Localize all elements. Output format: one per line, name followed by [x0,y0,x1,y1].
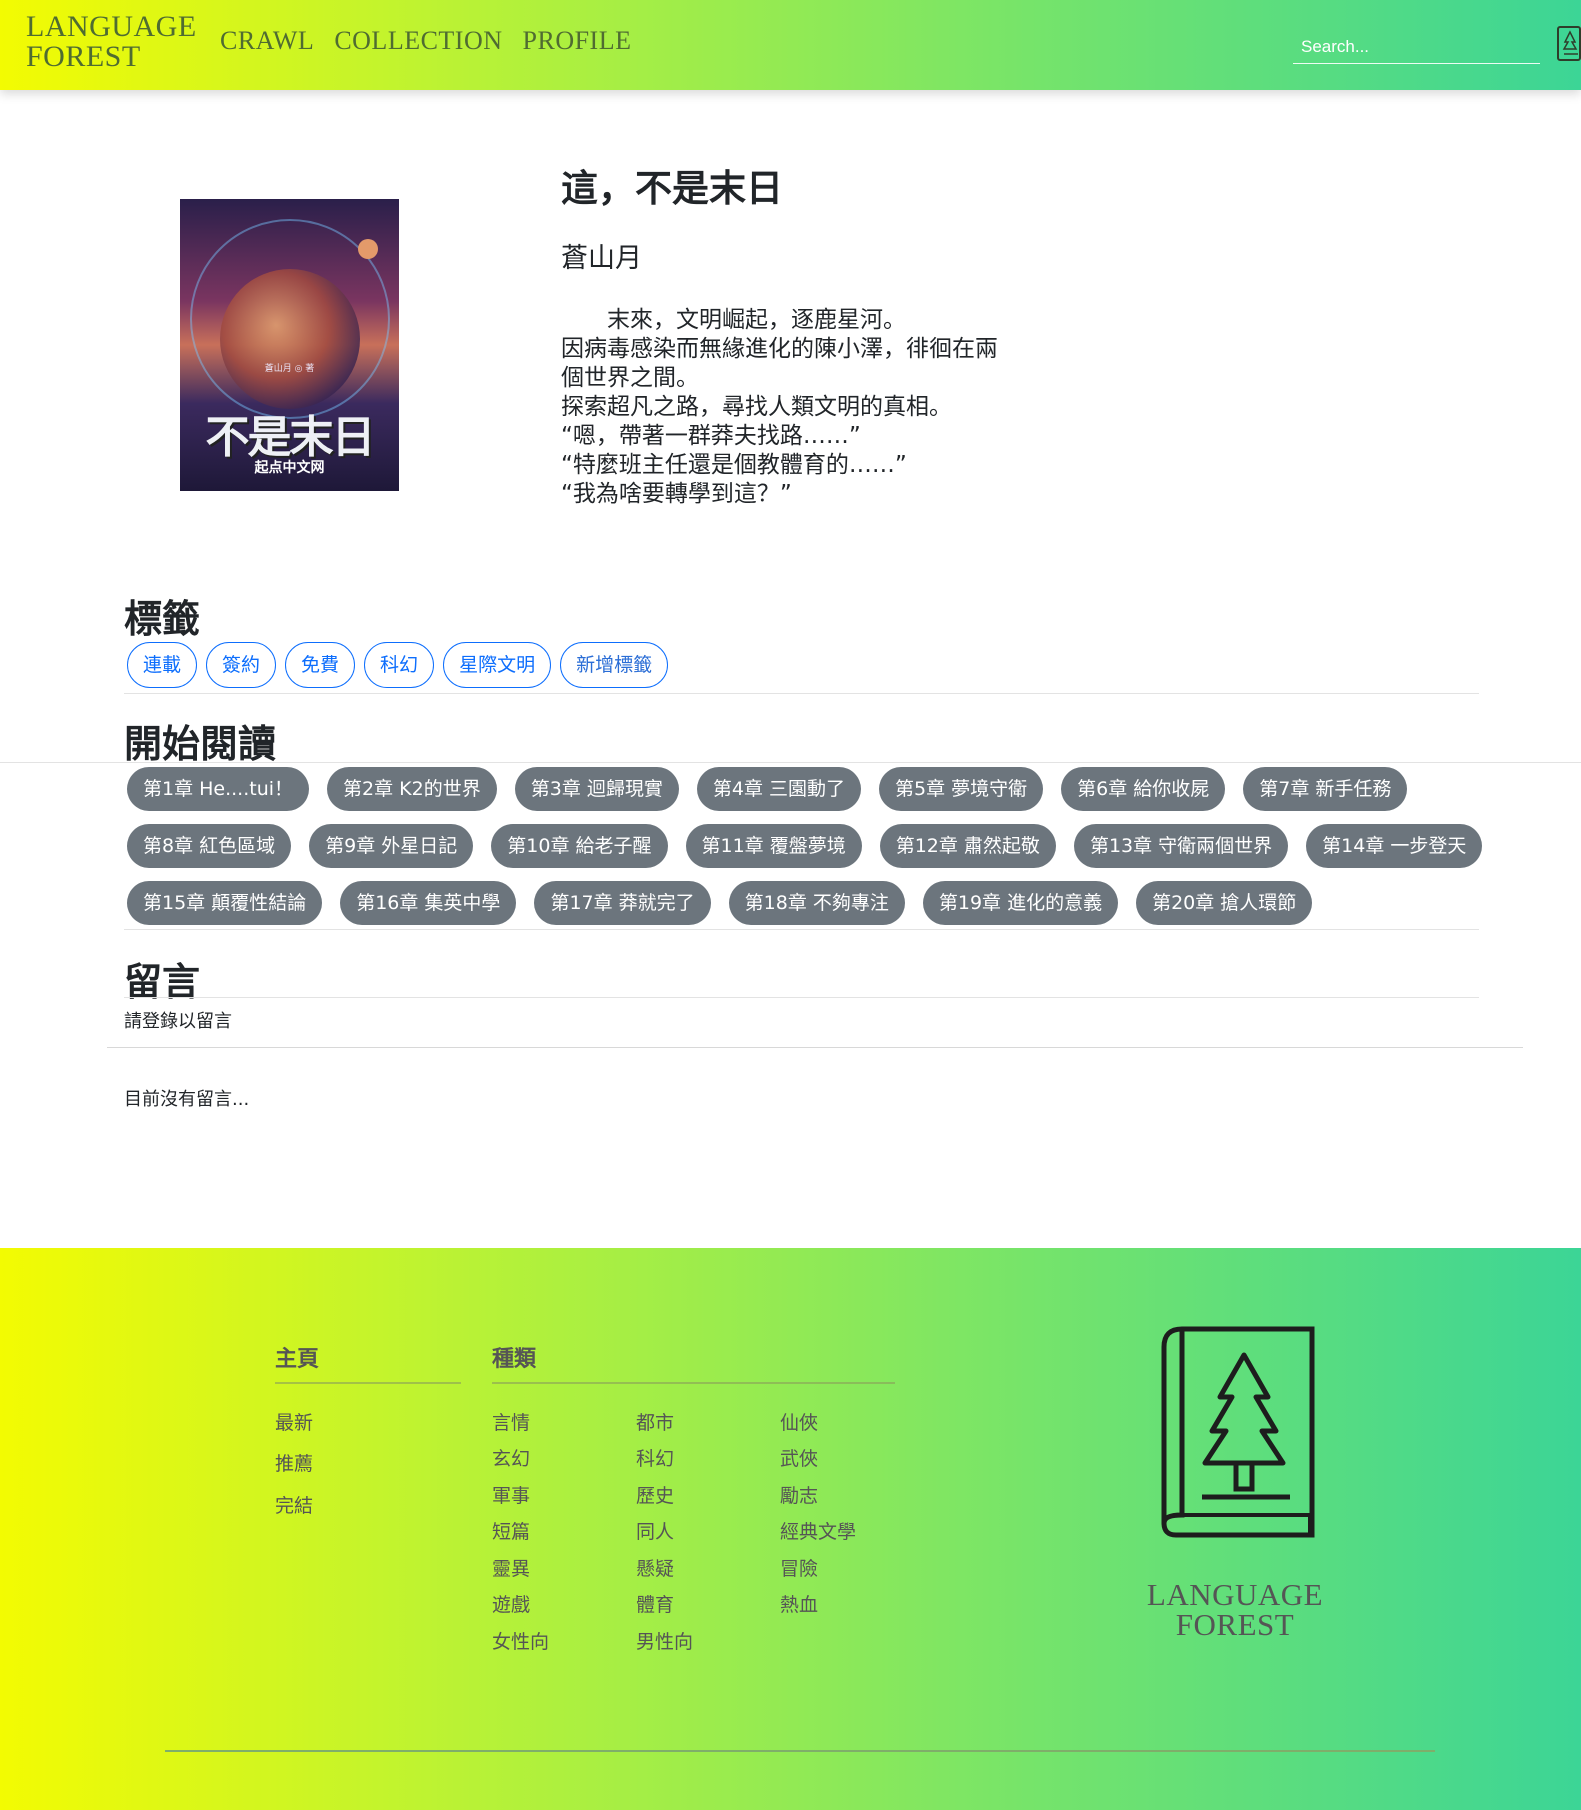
nav-link-profile[interactable]: PROFILE [523,26,632,56]
footer-bottom-divider [165,1750,1435,1752]
chapter-button[interactable]: 第16章 集英中學 [340,881,517,925]
chapter-button[interactable]: 第3章 迴歸現實 [514,767,679,811]
genre-link[interactable]: 仙俠 [780,1408,818,1435]
chapter-button[interactable]: 第5章 夢境守衛 [879,767,1044,811]
book-author: 蒼山月 [561,243,642,274]
chapter-button[interactable]: 第6章 給你收屍 [1061,767,1226,811]
genre-link[interactable]: 玄幻 [492,1444,530,1471]
chapter-button[interactable]: 第8章 紅色區域 [127,824,292,868]
cover-title-text: 不是末日 [205,412,376,463]
nav-link-crawl[interactable]: CRAWL [220,26,314,56]
search-input[interactable] [1293,30,1540,64]
brand-line-2: FOREST [26,40,141,73]
genre-link[interactable]: 女性向 [492,1627,549,1654]
chapter-button[interactable]: 第20章 搶人環節 [1136,881,1313,925]
chapter-button[interactable]: 第10章 給老子醒 [491,824,668,868]
footer-link[interactable]: 完結 [275,1491,313,1518]
chapter-button[interactable]: 第1章 He....tui！ [127,767,310,811]
divider [0,762,1581,763]
genre-link[interactable]: 都市 [636,1408,674,1435]
tag-item[interactable]: 星際文明 [443,642,552,688]
chapter-button[interactable]: 第12章 肅然起敬 [879,824,1056,868]
genre-link[interactable]: 短篇 [492,1517,530,1544]
brand-line-1: LANGUAGE [26,10,197,43]
chapter-button[interactable]: 第13章 守衛兩個世界 [1073,824,1289,868]
cover-publisher-text: 起点中文网 [254,460,325,476]
footer-link[interactable]: 最新 [275,1408,313,1435]
chapter-button[interactable]: 第15章 顛覆性結論 [127,881,323,925]
genre-link[interactable]: 懸疑 [636,1554,674,1581]
footer-brand-line-2: FOREST [1175,1607,1295,1642]
book-tree-icon[interactable] [1556,24,1581,64]
chapter-button[interactable]: 第17章 莽就完了 [534,881,711,925]
book-cover-image: 蒼山月 ◎ 著 不是末日 起点中文网 [180,199,399,491]
footer-link[interactable]: 推薦 [275,1449,313,1476]
login-to-comment-note: 請登錄以留言 [124,1011,232,1032]
genre-link[interactable]: 冒險 [780,1554,818,1581]
divider [124,693,1479,694]
divider [124,997,1479,998]
genre-link[interactable]: 熱血 [780,1590,818,1617]
genre-link[interactable]: 男性向 [636,1627,693,1654]
chapter-row: 第1章 He....tui！ 第2章 K2的世界 第3章 迴歸現實 第4章 三園… [127,767,1487,811]
chapter-row: 第8章 紅色區域 第9章 外星日記 第10章 給老子醒 第11章 覆盤夢境 第1… [127,824,1487,868]
genre-link[interactable]: 經典文學 [780,1517,856,1544]
divider [124,929,1479,930]
book-title: 這，不是末日 [561,167,783,210]
chapter-button[interactable]: 第19章 進化的意義 [922,881,1119,925]
start-reading-heading: 開始閱讀 [124,722,277,766]
nav-links: CRAWL COLLECTION PROFILE [220,26,631,56]
tag-item[interactable]: 連載 [127,642,198,688]
no-comments-text: 目前沒有留言... [124,1089,250,1110]
divider [107,1047,1523,1048]
top-navbar: LANGUAGE FOREST CRAWL COLLECTION PROFILE [0,0,1581,90]
book-description: 末來，文明崛起，逐鹿星河。 因病毒感染而無緣進化的陳小澤，徘徊在兩個世界之間。 … [561,307,998,507]
chapter-row: 第15章 顛覆性結論 第16章 集英中學 第17章 莽就完了 第18章 不夠專注… [127,881,1487,925]
footer-brand: LANGUAGE FOREST [1130,1577,1340,1642]
genre-link[interactable]: 勵志 [780,1481,818,1508]
tag-item[interactable]: 簽約 [206,642,277,688]
genre-link[interactable]: 靈異 [492,1554,530,1581]
genre-link[interactable]: 體育 [636,1590,674,1617]
tag-list: 連載 簽約 免費 科幻 星際文明 新增標籤 [127,642,669,688]
footer-divider [275,1382,461,1384]
genre-link[interactable]: 歷史 [636,1481,674,1508]
chapter-button[interactable]: 第2章 K2的世界 [327,767,497,811]
tags-heading: 標籤 [124,597,201,641]
genre-link[interactable]: 武俠 [780,1444,818,1471]
nav-link-collection[interactable]: COLLECTION [334,26,502,56]
chapter-button[interactable]: 第11章 覆盤夢境 [685,824,862,868]
tag-item[interactable]: 科幻 [364,642,435,688]
chapter-button[interactable]: 第9章 外星日記 [309,824,474,868]
genre-link[interactable]: 科幻 [636,1444,674,1471]
tag-item[interactable]: 免費 [285,642,356,688]
genre-link[interactable]: 言情 [492,1408,530,1435]
genre-link[interactable]: 遊戲 [492,1590,530,1617]
chapter-list: 第1章 He....tui！ 第2章 K2的世界 第3章 迴歸現實 第4章 三園… [127,767,1487,938]
chapter-button[interactable]: 第14章 一步登天 [1306,824,1483,868]
chapter-button[interactable]: 第4章 三園動了 [696,767,862,811]
genre-link[interactable]: 同人 [636,1517,674,1544]
footer-genre-heading: 種類 [492,1347,537,1372]
add-tag-button[interactable]: 新增標籤 [560,642,669,688]
chapter-button[interactable]: 第7章 新手任務 [1243,767,1408,811]
genre-link[interactable]: 軍事 [492,1481,530,1508]
footer-brand-line-1: LANGUAGE [1146,1577,1324,1612]
book-tree-icon [1161,1326,1315,1538]
cover-author-text: 蒼山月 ◎ 著 [264,364,315,374]
cover-planet-decoration [220,269,360,409]
footer-divider [492,1382,895,1384]
brand-logo[interactable]: LANGUAGE FOREST [26,12,201,72]
chapter-button[interactable]: 第18章 不夠專注 [728,881,905,925]
cover-moon-decoration [358,239,378,259]
footer-home-heading: 主頁 [275,1347,320,1372]
